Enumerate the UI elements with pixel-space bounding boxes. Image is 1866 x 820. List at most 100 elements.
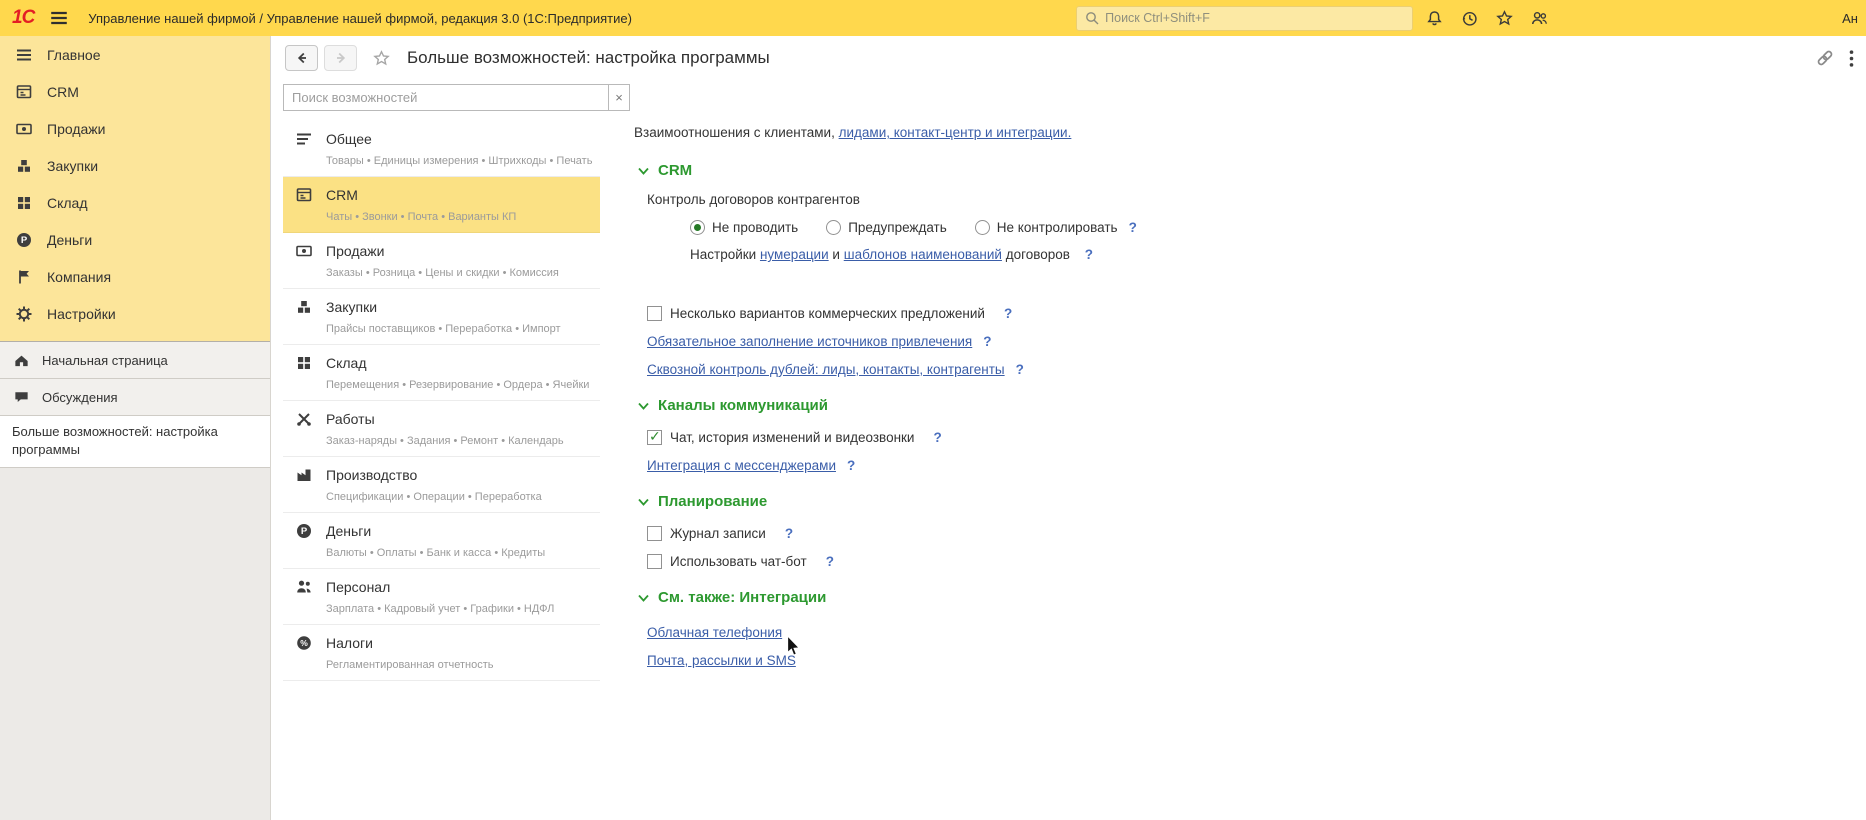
category-item-prodazhi[interactable]: Продажи Заказы • Розница • Цены и скидки… <box>283 233 600 289</box>
notifications-button[interactable] <box>1419 4 1449 32</box>
messengers-integration-link[interactable]: Интеграция с мессенджерами <box>647 458 836 473</box>
checkbox-chatbot[interactable]: Использовать чат-бот ? <box>647 551 1842 571</box>
sidebar-item-sklad[interactable]: Склад <box>0 184 270 221</box>
page-title: Больше возможностей: настройка программы <box>407 48 770 68</box>
category-sublabel: Зарплата • Кадровый учет • Графики • НДФ… <box>326 603 600 616</box>
help-icon[interactable]: ? <box>1004 306 1012 321</box>
main-menu-button[interactable] <box>44 4 74 32</box>
sidebar-filler <box>0 468 270 820</box>
history-button[interactable] <box>1454 4 1484 32</box>
numbering-link[interactable]: нумерации <box>760 247 829 262</box>
sidebar-item-nastroyki[interactable]: Настройки <box>0 295 270 332</box>
money-icon: Р <box>15 231 33 249</box>
feature-search: × <box>283 84 630 111</box>
category-item-proizvodstvo[interactable]: Производство Спецификации • Операции • П… <box>283 457 600 513</box>
attraction-sources-link[interactable]: Обязательное заполнение источников привл… <box>647 334 972 349</box>
sidebar-item-crm[interactable]: CRM <box>0 73 270 110</box>
sidebar-item-label: Деньги <box>47 232 92 248</box>
category-item-raboty[interactable]: Работы Заказ-наряды • Задания • Ремонт •… <box>283 401 600 457</box>
help-icon[interactable]: ? <box>1016 362 1024 377</box>
category-item-sklad[interactable]: Склад Перемещения • Резервирование • Орд… <box>283 345 600 401</box>
users-button[interactable] <box>1524 4 1554 32</box>
section-header-see-also[interactable]: См. также: Интеграции <box>638 589 1842 606</box>
help-icon[interactable]: ? <box>826 554 834 569</box>
forward-button[interactable] <box>324 45 357 71</box>
intro-link[interactable]: лидами, контакт-центр и интеграции. <box>839 125 1072 140</box>
discussions-label: Обсуждения <box>42 390 118 405</box>
back-button[interactable] <box>285 45 318 71</box>
category-sublabel: Товары • Единицы измерения • Штрихкоды •… <box>326 155 600 168</box>
app-title: Управление нашей фирмой / Управление наш… <box>88 11 1076 26</box>
settings-gear-icon <box>15 305 33 323</box>
favorites-button[interactable] <box>1489 4 1519 32</box>
sidebar-item-zakupki[interactable]: Закупки <box>0 147 270 184</box>
sidebar-item-label: Настройки <box>47 306 116 322</box>
arrow-left-icon <box>293 49 311 67</box>
favorite-page-button[interactable] <box>372 49 391 68</box>
help-icon[interactable]: ? <box>933 430 941 445</box>
feature-search-input[interactable] <box>283 84 609 111</box>
features-nav-column: × Общее Товары • Единицы измерения • Штр… <box>283 80 632 820</box>
staff-people-icon <box>295 578 313 596</box>
checkbox-chat-history[interactable]: Чат, история изменений и видеозвонки ? <box>647 427 1842 447</box>
more-menu-button[interactable] <box>1849 50 1854 67</box>
category-label: Продажи <box>326 243 384 259</box>
help-icon[interactable]: ? <box>1085 247 1093 262</box>
help-icon[interactable]: ? <box>983 334 991 349</box>
discussions-button[interactable]: Обсуждения <box>0 378 270 415</box>
category-item-dengi[interactable]: Р Деньги Валюты • Оплаты • Банк и касса … <box>283 513 600 569</box>
purchases-icon <box>15 157 33 175</box>
radio-preduprezhdat[interactable]: Предупреждать <box>826 220 947 235</box>
category-label: Работы <box>326 411 375 427</box>
category-item-zakupki[interactable]: Закупки Прайсы поставщиков • Переработка… <box>283 289 600 345</box>
global-search[interactable] <box>1076 6 1413 31</box>
section-header-planning[interactable]: Планирование <box>638 493 1842 510</box>
sidebar-item-prodazhi[interactable]: Продажи <box>0 110 270 147</box>
section-header-crm[interactable]: CRM <box>638 162 1842 179</box>
svg-text:Р: Р <box>21 235 28 246</box>
category-label: Производство <box>326 467 417 483</box>
global-search-input[interactable] <box>1105 11 1405 25</box>
header-right-tools <box>1815 48 1856 68</box>
duplicates-control-link[interactable]: Сквозной контроль дублей: лиды, контакты… <box>647 362 1005 377</box>
section-header-channels[interactable]: Каналы коммуникаций <box>638 397 1842 414</box>
sidebar-item-label: Продажи <box>47 121 105 137</box>
naming-templates-link[interactable]: шаблонов наименований <box>844 247 1002 262</box>
checkbox-commercial-offers[interactable]: Несколько вариантов коммерческих предлож… <box>647 303 1842 323</box>
home-page-button[interactable]: Начальная страница <box>0 341 270 378</box>
current-user[interactable]: Ан <box>1842 11 1858 26</box>
search-icon <box>1084 10 1100 26</box>
category-label: Налоги <box>326 635 373 651</box>
category-label: Закупки <box>326 299 377 315</box>
sidebar-item-label: CRM <box>47 84 79 100</box>
company-flag-icon <box>15 268 33 286</box>
sections-menu: Главное CRM Продажи Закупки Склад Р День… <box>0 36 270 341</box>
cloud-telephony-link[interactable]: Облачная телефония <box>647 625 782 640</box>
mail-sms-link[interactable]: Почта, рассылки и SMS <box>647 653 796 668</box>
checkbox-journal[interactable]: Журнал записи ? <box>647 523 1842 543</box>
category-item-obschee[interactable]: Общее Товары • Единицы измерения • Штрих… <box>283 121 600 177</box>
sidebar-item-label: Главное <box>47 47 101 63</box>
help-icon[interactable]: ? <box>785 526 793 541</box>
help-icon[interactable]: ? <box>847 458 855 473</box>
open-window-tab[interactable]: Больше возможностей: настройка программы <box>0 415 270 468</box>
category-item-crm[interactable]: CRM Чаты • Звонки • Почта • Варианты КП <box>283 177 600 233</box>
warehouse-icon <box>295 354 313 372</box>
category-label: CRM <box>326 187 358 203</box>
sidebar-item-kompaniya[interactable]: Компания <box>0 258 270 295</box>
contract-numbering-line: Настройки нумерации и шаблонов наименова… <box>690 247 1842 267</box>
crm-icon <box>15 83 33 101</box>
category-item-nalogi[interactable]: % Налоги Регламентированная отчетность <box>283 625 600 681</box>
radio-ne-kontrolirovat[interactable]: Не контролировать <box>975 220 1118 235</box>
radio-ne-provodit[interactable]: Не проводить <box>690 220 798 235</box>
sidebar-item-dengi[interactable]: Р Деньги <box>0 221 270 258</box>
radio-selected-icon <box>690 220 705 235</box>
clear-search-button[interactable]: × <box>609 84 630 111</box>
help-icon[interactable]: ? <box>1129 220 1137 235</box>
checkbox-icon <box>647 306 662 321</box>
category-item-personal[interactable]: Персонал Зарплата • Кадровый учет • Граф… <box>283 569 600 625</box>
sidebar-item-glavnoe[interactable]: Главное <box>0 36 270 73</box>
app-logo[interactable]: 1С <box>12 7 34 29</box>
get-link-button[interactable] <box>1815 48 1835 68</box>
sidebar-item-label: Компания <box>47 269 111 285</box>
